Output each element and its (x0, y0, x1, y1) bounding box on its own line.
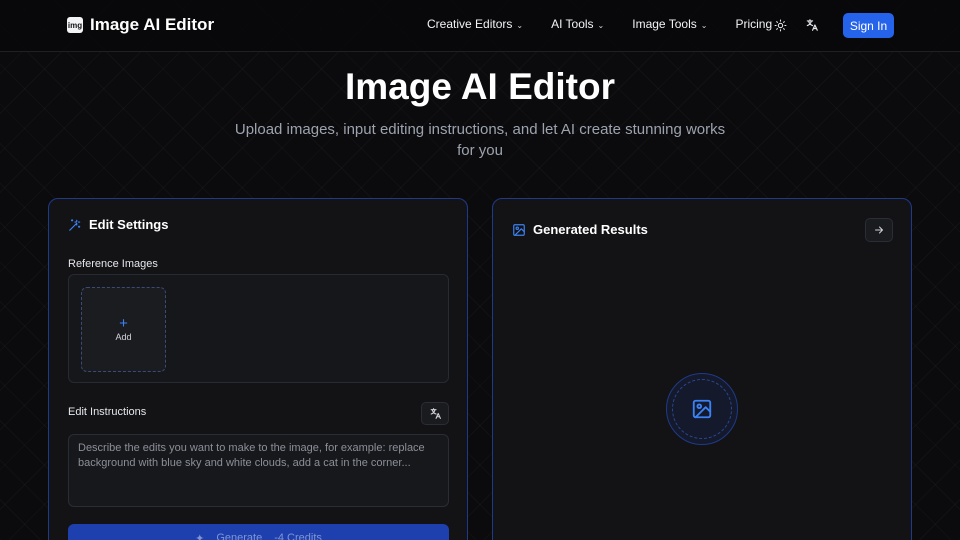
placeholder-ring (672, 379, 732, 439)
image-icon (512, 223, 526, 237)
generated-results-panel: Generated Results (492, 198, 912, 540)
reference-images-dropzone[interactable]: + Add (68, 274, 449, 383)
sparkles-icon: ✦ (195, 533, 205, 540)
logo-text: Image AI Editor (90, 15, 215, 34)
instructions-placeholder: Describe the edits you want to make to t… (78, 442, 425, 469)
nav-pricing[interactable]: Pricing (735, 17, 772, 31)
panel-title: Generated Results (533, 222, 648, 237)
reference-images-label: Reference Images (68, 258, 158, 270)
page-subtitle: Upload images, input editing instruction… (234, 121, 726, 159)
edit-settings-panel: Edit Settings Reference Images + Add Edi… (48, 198, 468, 540)
arrow-right-icon (873, 224, 885, 236)
chevron-down-icon: ⌄ (516, 20, 524, 30)
sign-in-button[interactable]: Sign In (843, 13, 894, 38)
image-icon (691, 398, 713, 420)
top-navbar: img Image AI Editor Creative Editors ⌄ A… (0, 0, 960, 52)
magic-wand-icon (68, 218, 82, 232)
logo-badge: img (67, 17, 83, 33)
translate-button[interactable] (421, 402, 449, 425)
nav-ai-tools[interactable]: AI Tools ⌄ (551, 17, 604, 31)
nav-creative-editors[interactable]: Creative Editors ⌄ (427, 17, 523, 31)
empty-result-placeholder (666, 373, 738, 445)
page-title: Image AI Editor (344, 66, 615, 107)
add-image-button[interactable]: + Add (81, 287, 166, 372)
plus-icon: + (119, 314, 128, 332)
nav-label: Image Tools (632, 17, 697, 31)
nav-label: AI Tools (551, 17, 594, 31)
chevron-down-icon: ⌄ (700, 20, 708, 30)
edit-instructions-label: Edit Instructions (68, 406, 147, 418)
nav-image-tools[interactable]: Image Tools ⌄ (632, 17, 707, 31)
generate-button[interactable]: ✦ Generate -4 Credits (68, 524, 449, 540)
panel-title: Edit Settings (89, 217, 169, 232)
generated-results-header: Generated Results (512, 222, 648, 237)
add-label: Add (115, 331, 132, 342)
nav-label: Pricing (735, 17, 773, 31)
open-results-button[interactable] (865, 218, 893, 242)
nav-label: Creative Editors (427, 17, 513, 31)
translate-icon (429, 407, 442, 420)
generate-label: Generate (216, 532, 263, 540)
logo[interactable]: img Image AI Editor (67, 15, 214, 35)
translate-icon[interactable] (803, 16, 821, 34)
generate-cost: -4 Credits (274, 532, 322, 540)
main-nav: Creative Editors ⌄ AI Tools ⌄ Image Tool… (427, 17, 800, 31)
chevron-down-icon: ⌄ (597, 20, 605, 30)
edit-settings-header: Edit Settings (68, 217, 168, 232)
sun-icon[interactable] (771, 16, 789, 34)
edit-instructions-textarea[interactable]: Describe the edits you want to make to t… (68, 434, 449, 507)
